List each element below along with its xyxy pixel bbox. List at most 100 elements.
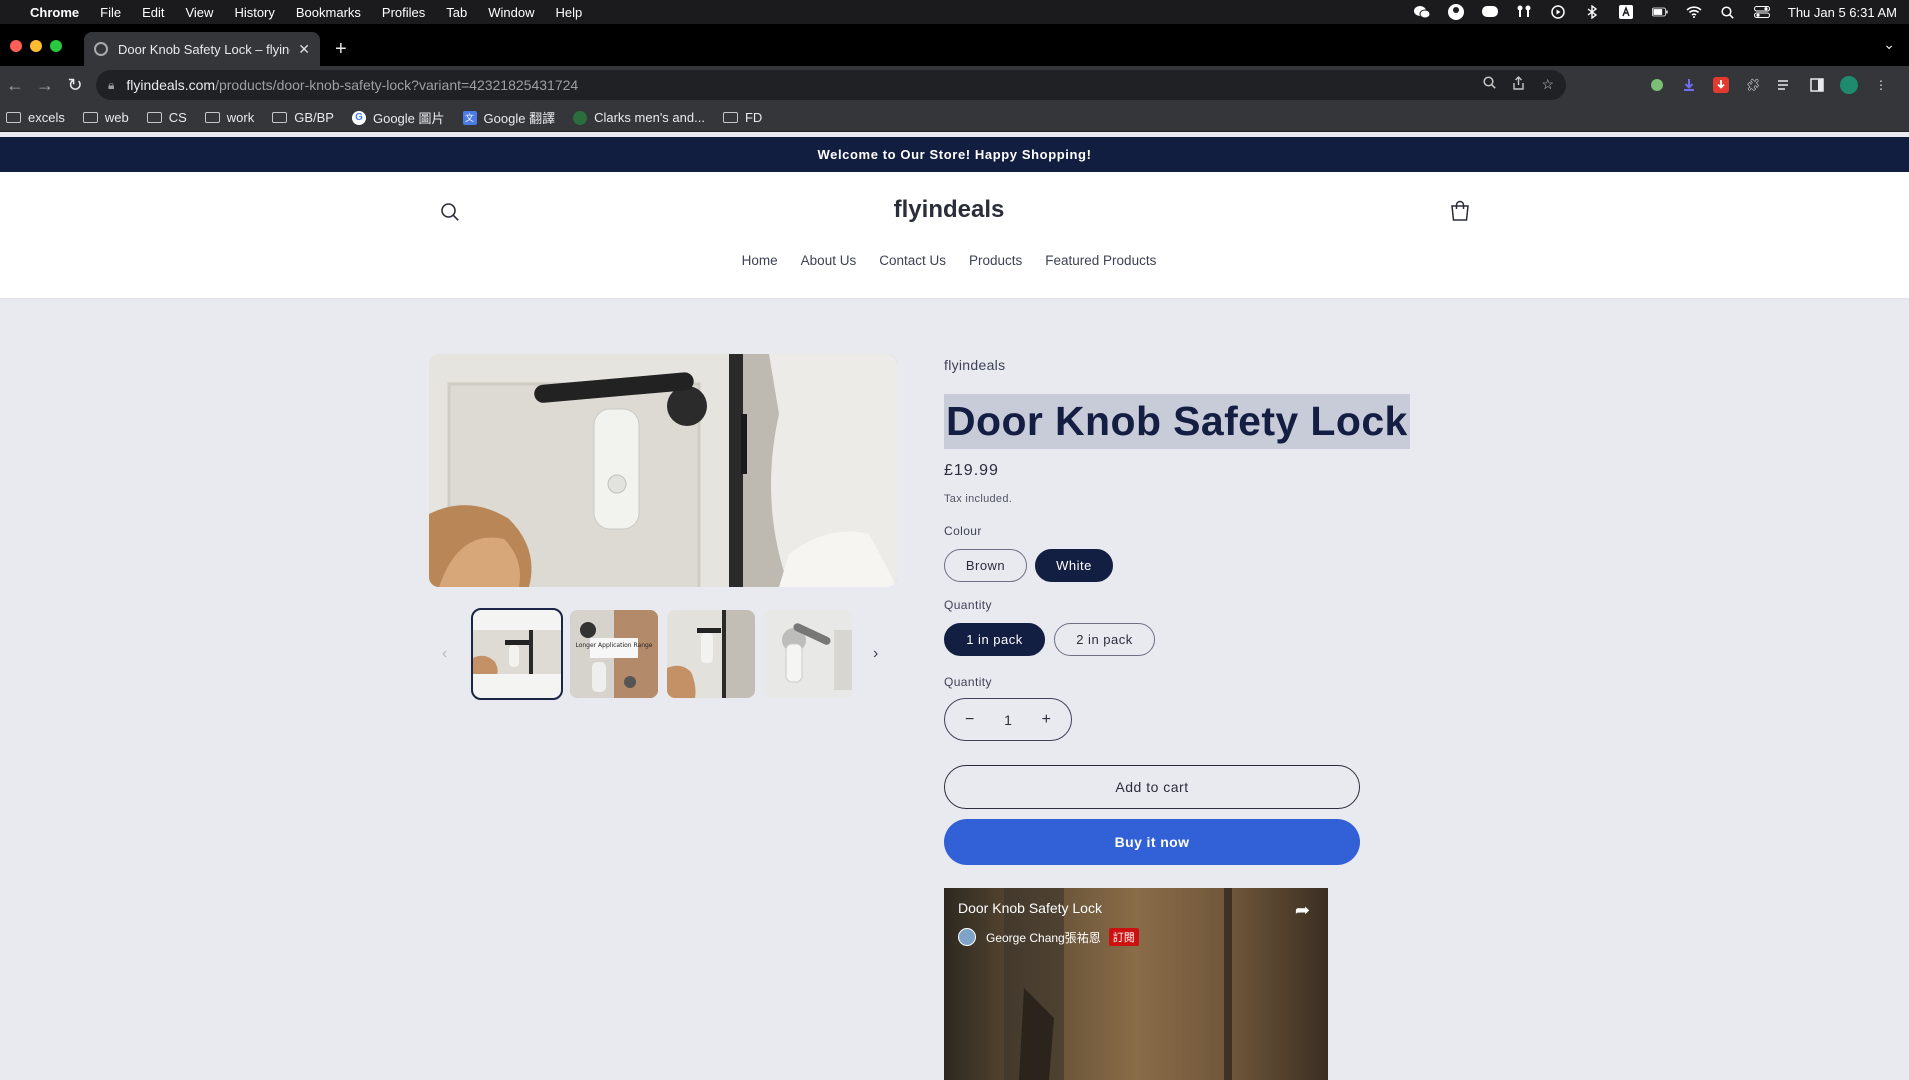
cart-icon[interactable] [1450,200,1470,222]
nav-home[interactable]: Home [742,253,778,268]
bookmark-excels[interactable]: excels [6,110,65,125]
url-host: flyindeals.com [126,77,216,93]
product-vendor: flyindeals [944,357,1006,373]
browser-toolbar: ← → ↻ 🔒︎ flyindeals.com/products/door-kn… [0,66,1909,104]
thumbnail-3[interactable] [667,610,755,698]
thumbnail-4[interactable] [764,610,852,698]
download-extension-icon[interactable] [1680,76,1698,94]
tab-search-chevron-icon[interactable]: ⌄ [1883,36,1895,53]
thumbnail-2[interactable]: Longer Application Range [570,610,658,698]
side-panel-icon[interactable] [1808,76,1826,94]
nav-products[interactable]: Products [969,253,1022,268]
bookmark-clarks[interactable]: Clarks men's and... [573,110,705,125]
battery-icon[interactable] [1651,5,1668,19]
menu-bookmarks[interactable]: Bookmarks [296,5,361,20]
menu-app-name[interactable]: Chrome [30,5,79,20]
quantity-decrease-button[interactable]: − [955,711,985,729]
store-logo[interactable]: flyindeals [0,196,1898,224]
add-to-cart-button[interactable]: Add to cart [944,765,1360,809]
menu-profiles[interactable]: Profiles [382,5,425,20]
bookmark-label: Google 圖片 [372,111,445,126]
product-price: £19.99 [944,462,999,479]
red-download-extension-icon[interactable] [1712,76,1730,94]
user-status-icon[interactable] [1447,4,1464,20]
control-center-icon[interactable] [1753,5,1770,19]
quantity-stepper: − 1 + [944,698,1072,741]
bookmarks-bar: excels web CS work GB/BP G Google 圖片 文 Goo… [0,104,1909,132]
pack-label: Quantity [944,598,992,612]
maximize-window-button[interactable] [50,40,62,52]
line-icon[interactable] [1481,5,1498,19]
address-bar[interactable]: 🔒︎ flyindeals.com/products/door-knob-saf… [96,70,1566,100]
spotlight-search-icon[interactable] [1720,5,1736,19]
menu-file[interactable]: File [100,5,121,20]
forward-arrow-icon[interactable]: → [30,75,60,96]
pack-option-2[interactable]: 2 in pack [1054,623,1155,656]
bluetooth-icon[interactable] [1584,5,1600,19]
menu-view[interactable]: View [185,5,213,20]
lock-icon[interactable]: 🔒︎ [108,78,114,93]
embedded-video[interactable]: Door Knob Safety Lock George Chang張祐恩 訂閱… [944,888,1328,1080]
menu-edit[interactable]: Edit [142,5,164,20]
extension-green-dot-icon[interactable] [1648,76,1666,94]
zoom-icon[interactable] [1483,76,1497,93]
wifi-icon[interactable] [1686,5,1702,19]
quantity-label: Quantity [944,675,992,689]
colour-option-brown[interactable]: Brown [944,549,1027,582]
thumbnail-caption: Longer Application Range [575,642,652,649]
menu-help[interactable]: Help [556,5,583,20]
product-title: Door Knob Safety Lock [946,398,1408,444]
video-channel[interactable]: George Chang張祐恩 訂閱 [958,928,1139,946]
profile-avatar-icon[interactable] [1840,76,1858,94]
bookmark-web[interactable]: web [82,110,129,125]
input-source-icon[interactable] [1618,5,1634,19]
channel-name[interactable]: George Chang張祐恩 [986,929,1101,946]
airpods-icon[interactable] [1516,5,1532,19]
share-icon[interactable] [1512,76,1525,93]
nav-about-us[interactable]: About Us [801,253,857,268]
play-icon[interactable] [1550,5,1566,19]
tab-close-icon[interactable]: ✕ [298,41,310,58]
bookmark-work[interactable]: work [204,110,254,125]
colour-label: Colour [944,524,982,538]
video-title[interactable]: Door Knob Safety Lock [958,900,1102,916]
nav-featured-products[interactable]: Featured Products [1045,253,1156,268]
thumbnail-prev-chevron-icon[interactable]: ‹ [442,645,447,663]
buy-now-button[interactable]: Buy it now [944,819,1360,865]
bookmark-label: GB/BP [294,110,334,125]
thumbnail-1[interactable] [471,608,563,700]
translate-icon: 文 [462,110,477,125]
thumbnail-next-chevron-icon[interactable]: › [873,645,878,663]
bookmark-fd[interactable]: FD [722,110,762,125]
menu-history[interactable]: History [234,5,274,20]
bookmark-google-translate[interactable]: 文 Google 翻譯 [462,108,556,127]
colour-option-white[interactable]: White [1035,549,1113,582]
reading-list-icon[interactable] [1776,76,1794,94]
quantity-increase-button[interactable]: + [1031,711,1061,729]
new-tab-icon[interactable]: + [335,38,347,61]
wechat-icon[interactable] [1413,5,1430,19]
bookmark-gb-bp[interactable]: GB/BP [272,110,334,125]
bookmark-star-icon[interactable]: ☆ [1541,76,1554,93]
menu-window[interactable]: Window [488,5,534,20]
menu-tab[interactable]: Tab [446,5,467,20]
bookmark-cs[interactable]: CS [146,110,187,125]
close-window-button[interactable] [10,40,22,52]
video-share-icon[interactable]: ➦ [1295,900,1310,921]
minimize-window-button[interactable] [30,40,42,52]
menubar-clock[interactable]: Thu Jan 5 6:31 AM [1788,5,1897,20]
quantity-input[interactable]: 1 [1004,712,1012,728]
nav-contact-us[interactable]: Contact Us [879,253,946,268]
tab-active[interactable]: Door Knob Safety Lock – flyind ✕ [84,32,320,66]
pack-option-1[interactable]: 1 in pack [944,623,1045,656]
extensions-puzzle-icon[interactable]: 🧩︎ [1744,76,1762,94]
bookmark-label: Google 翻譯 [483,111,556,126]
tab-title: Door Knob Safety Lock – flyind [118,41,291,57]
bookmark-google-images[interactable]: G Google 圖片 [351,108,445,127]
product-main-image[interactable] [429,354,897,587]
reload-icon[interactable]: ↻ [60,75,90,96]
channel-avatar[interactable] [958,928,976,946]
chrome-menu-icon[interactable]: ⋮ [1872,76,1890,94]
subscribe-button[interactable]: 訂閱 [1108,928,1139,946]
back-arrow-icon[interactable]: ← [0,75,30,96]
